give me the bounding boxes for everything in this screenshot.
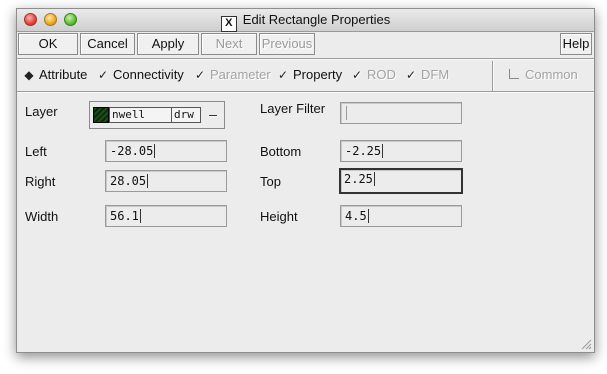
right-label: Right [25, 174, 56, 189]
text-caret [382, 144, 384, 158]
tab-property-label: Property [293, 67, 343, 82]
layer-selector[interactable]: nwell drw [89, 101, 225, 129]
common-checkbox[interactable]: Common [509, 66, 578, 84]
common-separator [492, 61, 494, 91]
tab-parameter-label: Parameter [210, 67, 271, 82]
bottom-value: -2.25 [345, 144, 382, 158]
tab-property[interactable]: ✓ Property [277, 66, 342, 84]
right-field[interactable]: 28.05 [105, 170, 227, 192]
tab-attribute[interactable]: ◆ Attribute [23, 66, 87, 84]
right-value: 28.05 [110, 174, 147, 188]
height-label: Height [260, 209, 298, 224]
text-caret [346, 106, 347, 120]
layer-filter-label: Layer Filter [260, 101, 326, 116]
resize-grip-icon[interactable] [580, 338, 592, 350]
checkbox-icon [509, 69, 519, 79]
tab-connectivity[interactable]: ✓ Connectivity [97, 66, 184, 84]
unselected-check-icon: ✓ [405, 68, 417, 82]
top-field[interactable]: 2.25 [339, 168, 463, 194]
tab-attribute-label: Attribute [39, 67, 88, 82]
width-label: Width [25, 209, 59, 224]
title-bar[interactable]: X Edit Rectangle Properties [17, 9, 594, 32]
tab-dfm[interactable]: ✓ DFM [405, 66, 449, 84]
width-field[interactable]: 56.1 [105, 205, 227, 227]
unselected-check-icon: ✓ [277, 68, 289, 82]
top-label: Top [260, 174, 281, 189]
previous-button[interactable]: Previous [259, 33, 315, 55]
layer-name-value: nwell [109, 107, 172, 123]
layer-label: Layer [25, 104, 58, 119]
bottom-label: Bottom [260, 144, 302, 159]
left-label: Left [25, 144, 47, 159]
left-value: -28.05 [110, 144, 154, 158]
layer-filter-field[interactable] [340, 102, 462, 124]
height-value: 4.5 [345, 209, 367, 223]
bottom-field[interactable]: -2.25 [340, 140, 462, 162]
help-button[interactable]: Help [560, 33, 592, 55]
unselected-check-icon: ✓ [351, 68, 363, 82]
text-caret [373, 172, 375, 186]
text-caret [367, 209, 369, 223]
window-title-wrap: X Edit Rectangle Properties [17, 12, 594, 32]
next-button[interactable]: Next [201, 33, 257, 55]
text-caret [154, 144, 156, 158]
unselected-check-icon: ✓ [194, 68, 206, 82]
tab-dfm-label: DFM [421, 67, 450, 82]
window-title: Edit Rectangle Properties [242, 12, 391, 27]
tab-rod-label: ROD [367, 67, 396, 82]
width-value: 56.1 [110, 209, 139, 223]
unselected-check-icon: ✓ [97, 68, 109, 82]
text-caret [147, 174, 149, 188]
cancel-button[interactable]: Cancel [80, 33, 135, 55]
x11-icon: X [220, 16, 237, 32]
height-field[interactable]: 4.5 [340, 205, 462, 227]
left-field[interactable]: -28.05 [105, 140, 227, 162]
text-caret [139, 209, 141, 223]
tab-connectivity-label: Connectivity [113, 67, 184, 82]
edit-rectangle-properties-dialog: X Edit Rectangle Properties OK Cancel App… [16, 8, 595, 353]
selected-diamond-icon: ◆ [24, 68, 34, 82]
layer-purpose-value: drw [172, 107, 201, 123]
layer-menu-icon[interactable] [208, 108, 220, 122]
apply-button[interactable]: Apply [137, 33, 199, 55]
tab-parameter[interactable]: ✓ Parameter [194, 66, 271, 84]
ok-button[interactable]: OK [18, 33, 78, 55]
tab-rod[interactable]: ✓ ROD [351, 66, 396, 84]
common-checkbox-label: Common [525, 67, 578, 82]
toolbar-separator [17, 58, 594, 60]
layer-swatch [93, 107, 109, 123]
tabs-separator [17, 91, 594, 93]
top-value: 2.25 [344, 172, 373, 186]
section-selector: ◆ Attribute ✓ Connectivity ✓ Parameter ✓ Pro… [17, 63, 594, 87]
